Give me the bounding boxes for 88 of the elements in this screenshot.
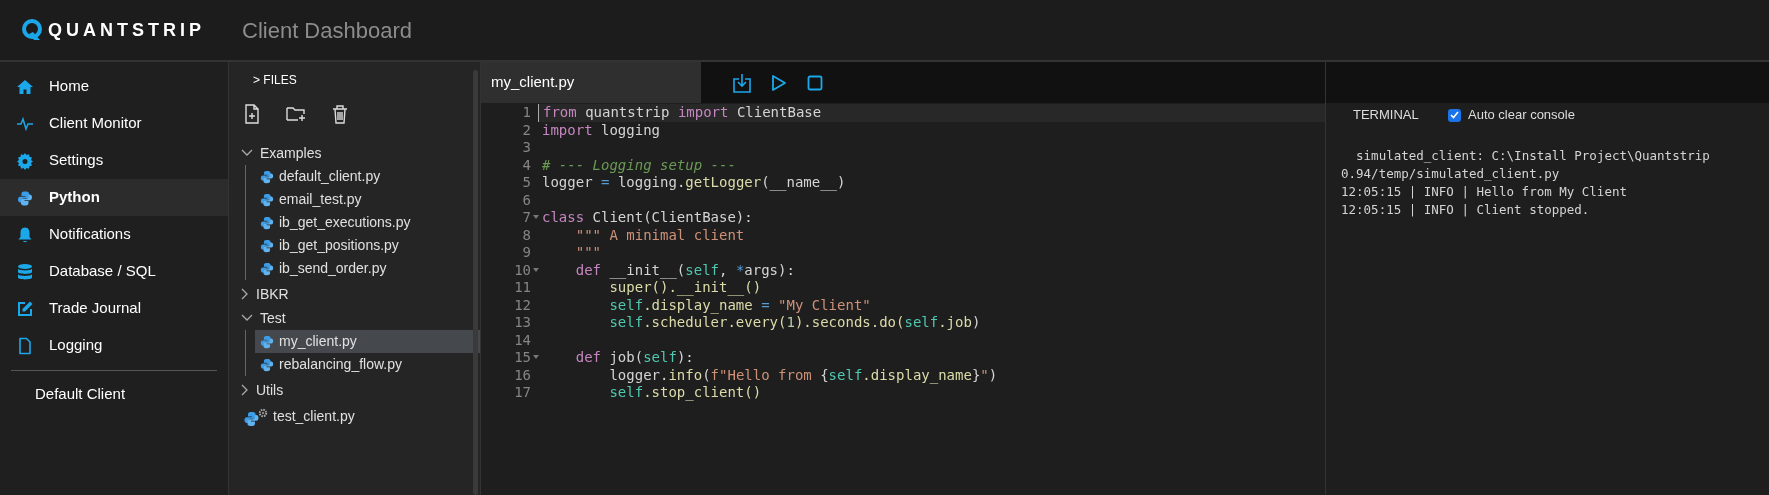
line-number: 15 (514, 349, 531, 367)
files-heading: > FILES (253, 72, 297, 89)
file-item[interactable]: rebalancing_flow.py (255, 353, 480, 376)
folder-item[interactable]: IBKR (239, 282, 480, 306)
line-number: 3 (522, 139, 531, 157)
stop-icon[interactable] (807, 74, 823, 91)
python-icon (260, 215, 274, 230)
scrollbar[interactable] (473, 70, 478, 495)
line-number: 1 (522, 104, 531, 122)
code-line: class Client(ClientBase): (541, 209, 754, 227)
code-line: super().__init__() (608, 279, 763, 297)
python-gear-icon (244, 407, 268, 426)
database-icon (16, 262, 34, 281)
new-folder-icon[interactable] (286, 105, 306, 123)
new-file-icon[interactable] (244, 104, 260, 124)
fold-icon[interactable] (533, 355, 539, 359)
line-number: 9 (522, 244, 531, 262)
fold-icon[interactable] (533, 215, 539, 219)
code-line: def job(self): (574, 349, 695, 367)
line-number: 5 (522, 174, 531, 192)
file-item[interactable]: ib_get_positions.py (255, 234, 480, 257)
file-icon (16, 336, 34, 355)
terminal-output: simulated_client: C:\Install Project\Quantstrip 0.94/temp/simulated_client.py 12:05:15 | INFO | Hello from My Client 12:05:15 | INFO | Client stopped. (1341, 147, 1711, 219)
line-number: 14 (514, 331, 531, 349)
folder-item[interactable]: Utils (239, 378, 480, 402)
brand-name: QUANTSTRIP (48, 18, 205, 42)
sidebar-item[interactable]: Client Monitor (0, 105, 228, 142)
gear-icon (16, 151, 34, 170)
code-line: # --- Logging setup --- (541, 156, 737, 174)
file-item[interactable]: my_client.py (255, 330, 480, 353)
edit-icon (16, 299, 34, 318)
chevron-right-icon (241, 288, 249, 300)
download-icon[interactable] (733, 72, 751, 93)
chevron-down-icon (241, 314, 253, 322)
code-line: def __init__(self, *args): (574, 261, 796, 279)
sidebar-item[interactable]: Settings (0, 142, 228, 179)
code-line: """ A minimal client (574, 226, 746, 244)
line-number: 13 (514, 314, 531, 332)
file-item[interactable]: ib_send_order.py (255, 257, 480, 280)
code-line: self.scheduler.every(1).seconds.do(self.job) (608, 314, 982, 332)
editor-tab[interactable]: my_client.py (481, 62, 701, 103)
logo-icon (20, 18, 44, 42)
auto-clear-checkbox[interactable] (1448, 108, 1461, 122)
line-number: 16 (514, 366, 531, 384)
line-number: 7 (522, 209, 531, 227)
python-icon (260, 238, 274, 253)
code-line: import logging (541, 121, 661, 139)
page-title: Client Dashboard (242, 16, 412, 45)
folder-item[interactable]: Test (239, 306, 480, 330)
code-line: logger = logging.getLogger(__name__) (541, 174, 847, 192)
sidebar-item[interactable]: Python (0, 179, 228, 216)
python-icon (260, 169, 274, 184)
python-icon (260, 334, 274, 349)
delete-icon[interactable] (332, 104, 348, 124)
line-number: 2 (522, 121, 531, 139)
line-number: 11 (514, 279, 531, 297)
line-number: 10 (514, 261, 531, 279)
folder-item[interactable]: Examples (239, 141, 480, 165)
line-number: 17 (514, 384, 531, 402)
code-line: self.stop_client() (608, 384, 763, 402)
home-icon (16, 77, 34, 96)
client-label[interactable]: Default Client (35, 383, 228, 406)
line-number: 4 (522, 156, 531, 174)
code-line: """ (574, 244, 602, 262)
terminal-heading: TERMINAL (1353, 106, 1420, 125)
chevron-down-icon (241, 149, 253, 157)
file-item[interactable]: default_client.py (255, 165, 480, 188)
sidebar-item[interactable]: Logging (0, 327, 228, 364)
sidebar-item[interactable]: Database / SQL (0, 253, 228, 290)
line-number: 12 (514, 296, 531, 314)
bell-icon (16, 225, 34, 244)
chevron-right-icon (241, 384, 249, 396)
python-icon (260, 192, 274, 207)
file-item[interactable]: ib_get_executions.py (255, 211, 480, 234)
run-icon[interactable] (771, 73, 787, 92)
sidebar-item[interactable]: Notifications (0, 216, 228, 253)
python-icon (260, 357, 274, 372)
file-item[interactable]: test_client.py (239, 405, 480, 428)
fold-icon[interactable] (533, 267, 539, 272)
line-number: 6 (522, 191, 531, 209)
line-number: 8 (522, 226, 531, 244)
sidebar-item[interactable]: Trade Journal (0, 290, 228, 327)
code-line: self.display_name = "My Client" (608, 296, 872, 314)
code-line: logger.info(f"Hello from {self.display_name}") (608, 366, 999, 384)
sidebar-item[interactable]: Home (0, 68, 228, 105)
file-item[interactable]: email_test.py (255, 188, 480, 211)
auto-clear-label[interactable]: Auto clear console (1468, 105, 1575, 125)
python-icon (260, 261, 274, 276)
